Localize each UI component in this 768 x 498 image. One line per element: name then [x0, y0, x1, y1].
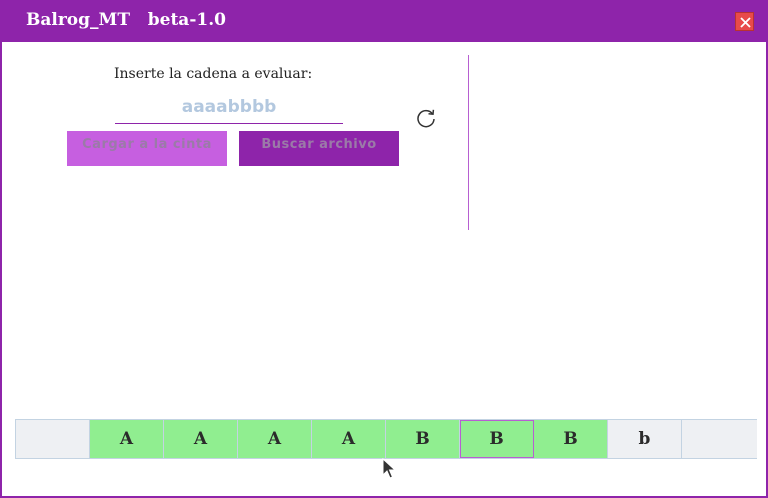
reload-icon[interactable] [415, 107, 437, 129]
tape-cell: B [386, 420, 460, 458]
panel-divider [468, 55, 469, 230]
app-window: Balrog_MT beta-1.0 Inserte la cadena a e… [0, 0, 768, 498]
tape-cell-head: B [460, 420, 534, 458]
close-button[interactable] [735, 12, 754, 31]
mouse-pointer-icon [382, 458, 397, 479]
turing-tape: AAAABBBb [15, 419, 757, 459]
tape-cell: b [608, 420, 682, 458]
tape-cell: B [534, 420, 608, 458]
input-prompt-label: Inserte la cadena a evaluar: [114, 66, 313, 82]
load-to-tape-button[interactable]: Cargar a la cinta [67, 131, 227, 166]
title-bar: Balrog_MT beta-1.0 [0, 0, 768, 42]
tape-cell: A [164, 420, 238, 458]
tape-cell [682, 420, 757, 458]
tape-cell: A [312, 420, 386, 458]
tape-cell [16, 420, 90, 458]
window-title: Balrog_MT beta-1.0 [26, 10, 226, 30]
tape-cell: A [90, 420, 164, 458]
tape-cell: A [238, 420, 312, 458]
close-icon [740, 17, 751, 28]
browse-file-button[interactable]: Buscar archivo [239, 131, 399, 166]
string-input[interactable] [115, 90, 343, 124]
